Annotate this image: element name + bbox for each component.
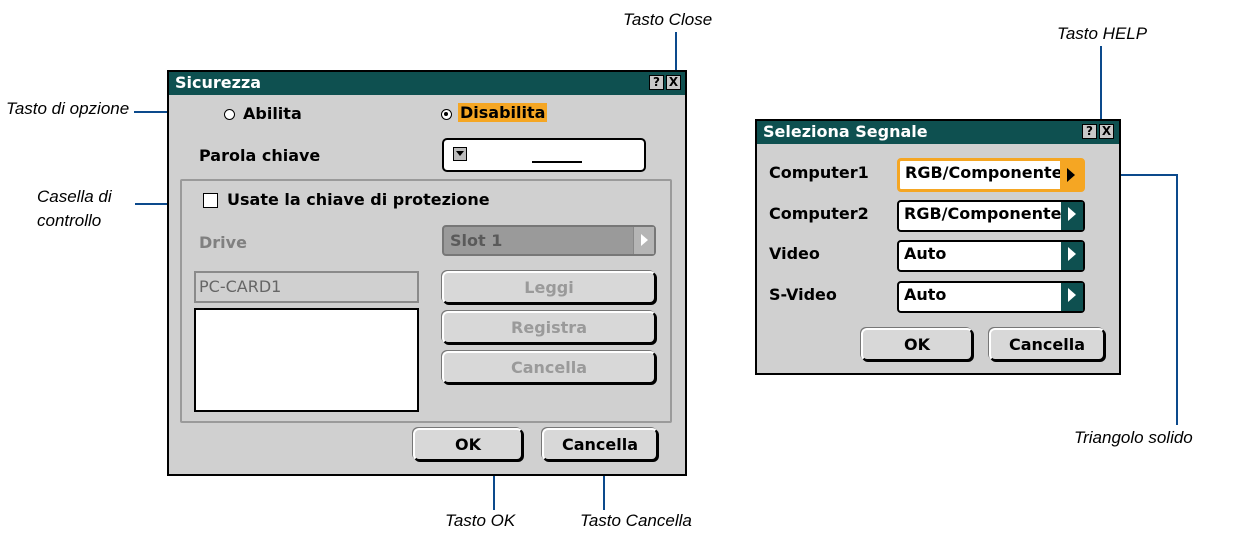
signal-select-computer2[interactable]: RGB/Componente [897,200,1085,232]
help-button[interactable]: ? [649,75,664,90]
help-button[interactable]: ? [1082,124,1097,139]
drive-label: Drive [199,233,247,252]
sicurezza-titlebar: Sicurezza ? X [169,72,685,95]
arrow-right-icon[interactable] [1061,283,1083,311]
signal-value-video: Auto [904,244,947,263]
seleziona-titlebar: Seleziona Segnale ? X [757,121,1119,144]
callout-tasto-ok: Tasto OK [445,511,516,530]
solid-triangle-icon[interactable] [1060,161,1082,189]
callout-tasto-cancella: Tasto Cancella [580,511,692,530]
radio-disabilita-label: Disabilita [458,103,548,122]
keyword-input[interactable] [442,138,646,172]
leader-triangolo-v [1176,174,1178,425]
callout-tasto-help: Tasto HELP [1057,24,1148,43]
sicurezza-dialog: Sicurezza ? X Abilita Disabilita Parola … [167,70,687,476]
radio-disabilita[interactable] [441,109,452,120]
signal-value-computer2: RGB/Componente [904,204,1062,223]
register-button[interactable]: Registra [442,311,656,344]
protection-checkbox[interactable] [203,193,218,208]
signal-label-video: Video [769,244,820,263]
drive-value: Slot 1 [450,231,503,250]
signal-value-svideo: Auto [904,285,947,304]
signal-value-computer1: RGB/Componente [905,163,1063,182]
sicurezza-title: Sicurezza [175,73,262,92]
close-button[interactable]: X [1099,124,1114,139]
delete-button[interactable]: Cancella [442,351,656,384]
signal-label-computer1: Computer1 [769,163,869,182]
seleziona-title: Seleziona Segnale [763,122,928,141]
callout-casella-line2: controllo [37,211,102,230]
ok-button[interactable]: OK [861,328,973,361]
signal-label-computer2: Computer2 [769,204,869,223]
ok-button[interactable]: OK [413,428,523,461]
signal-label-svideo: S-Video [769,285,837,304]
keyword-dropdown-icon[interactable] [453,147,467,161]
protection-checkbox-label: Usate la chiave di protezione [227,190,490,209]
callout-tasto-opzione: Tasto di opzione [6,99,130,118]
callout-triangolo: Triangolo solido [1074,428,1193,447]
signal-select-svideo[interactable]: Auto [897,281,1085,313]
radio-abilita-label: Abilita [243,104,302,123]
callout-casella-line1: Casella di [37,187,112,206]
signal-select-computer1[interactable]: RGB/Componente [897,158,1085,192]
drive-arrow-icon [633,227,654,254]
seleziona-dialog: Seleziona Segnale ? X Computer1 RGB/Comp… [755,119,1121,375]
card-name-field: PC-CARD1 [194,271,419,303]
card-listbox[interactable] [194,308,419,412]
callout-tasto-close: Tasto Close [623,10,713,29]
read-button[interactable]: Leggi [442,271,656,304]
protection-group: Usate la chiave di protezione Drive Slot… [180,179,672,423]
keyword-cursor-line [532,161,582,163]
signal-select-video[interactable]: Auto [897,240,1085,272]
arrow-right-icon[interactable] [1061,202,1083,230]
drive-select[interactable]: Slot 1 [442,225,656,256]
arrow-right-icon[interactable] [1061,242,1083,270]
card-name: PC-CARD1 [199,277,282,296]
radio-abilita[interactable] [224,109,235,120]
close-button[interactable]: X [666,75,681,90]
keyword-label: Parola chiave [199,146,321,165]
cancel-button[interactable]: Cancella [989,328,1105,361]
cancel-button[interactable]: Cancella [542,428,658,461]
leader-help [1100,46,1102,130]
radio-selected-dot [444,112,448,116]
